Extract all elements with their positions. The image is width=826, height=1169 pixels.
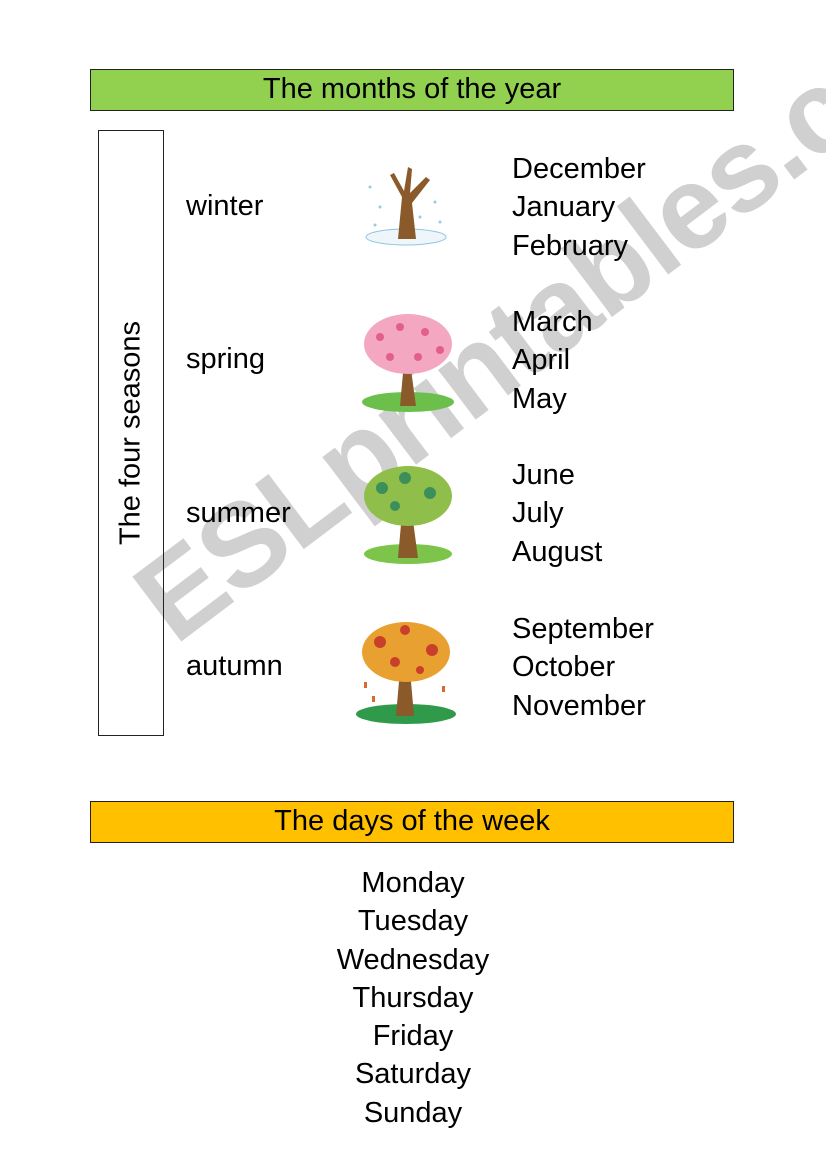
summer-tree-icon	[364, 466, 452, 564]
season-autumn: autumn	[186, 650, 283, 682]
four-seasons-label: The four seasons	[114, 320, 147, 546]
spring-tree-icon	[362, 314, 454, 412]
autumn-tree-icon	[356, 622, 456, 724]
month: December	[512, 153, 646, 185]
month: October	[512, 651, 616, 684]
day: Thursday	[352, 981, 474, 1014]
month: August	[512, 535, 603, 568]
day: Friday	[372, 1020, 454, 1053]
months-title-banner: The months of the year	[90, 69, 734, 111]
winter-tree-icon	[365, 167, 447, 246]
days-list: Monday Tuesday Wednesday Thursday Friday…	[0, 864, 826, 1132]
month: May	[512, 382, 567, 415]
four-seasons-box: The four seasons	[98, 130, 164, 736]
month: April	[512, 344, 571, 377]
day: Monday	[361, 867, 465, 899]
months-spring: March April May	[512, 303, 593, 418]
month: June	[512, 459, 575, 491]
day: Saturday	[354, 1058, 472, 1091]
day: Sunday	[363, 1096, 463, 1129]
day: Tuesday	[357, 905, 469, 938]
month: February	[512, 229, 629, 262]
months-title: The months of the year	[262, 73, 562, 105]
months-autumn: September October November	[512, 610, 654, 725]
day: Wednesday	[336, 943, 490, 976]
month: January	[512, 191, 616, 224]
season-spring: spring	[186, 343, 265, 375]
month: November	[512, 689, 646, 722]
months-winter: December January February	[512, 150, 646, 265]
days-title-banner: The days of the week	[90, 801, 734, 843]
month: September	[512, 613, 654, 645]
season-winter: winter	[186, 190, 264, 222]
days-title: The days of the week	[274, 805, 550, 837]
season-summer: summer	[186, 497, 291, 529]
month: March	[512, 306, 593, 338]
months-summer: June July August	[512, 456, 602, 571]
month: July	[512, 497, 564, 530]
